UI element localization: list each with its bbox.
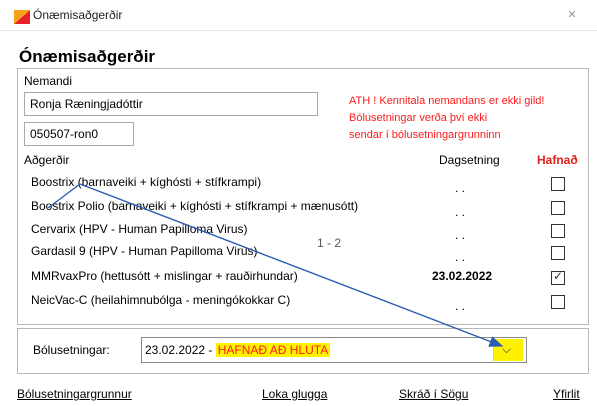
annotation-arrow [47,183,504,347]
